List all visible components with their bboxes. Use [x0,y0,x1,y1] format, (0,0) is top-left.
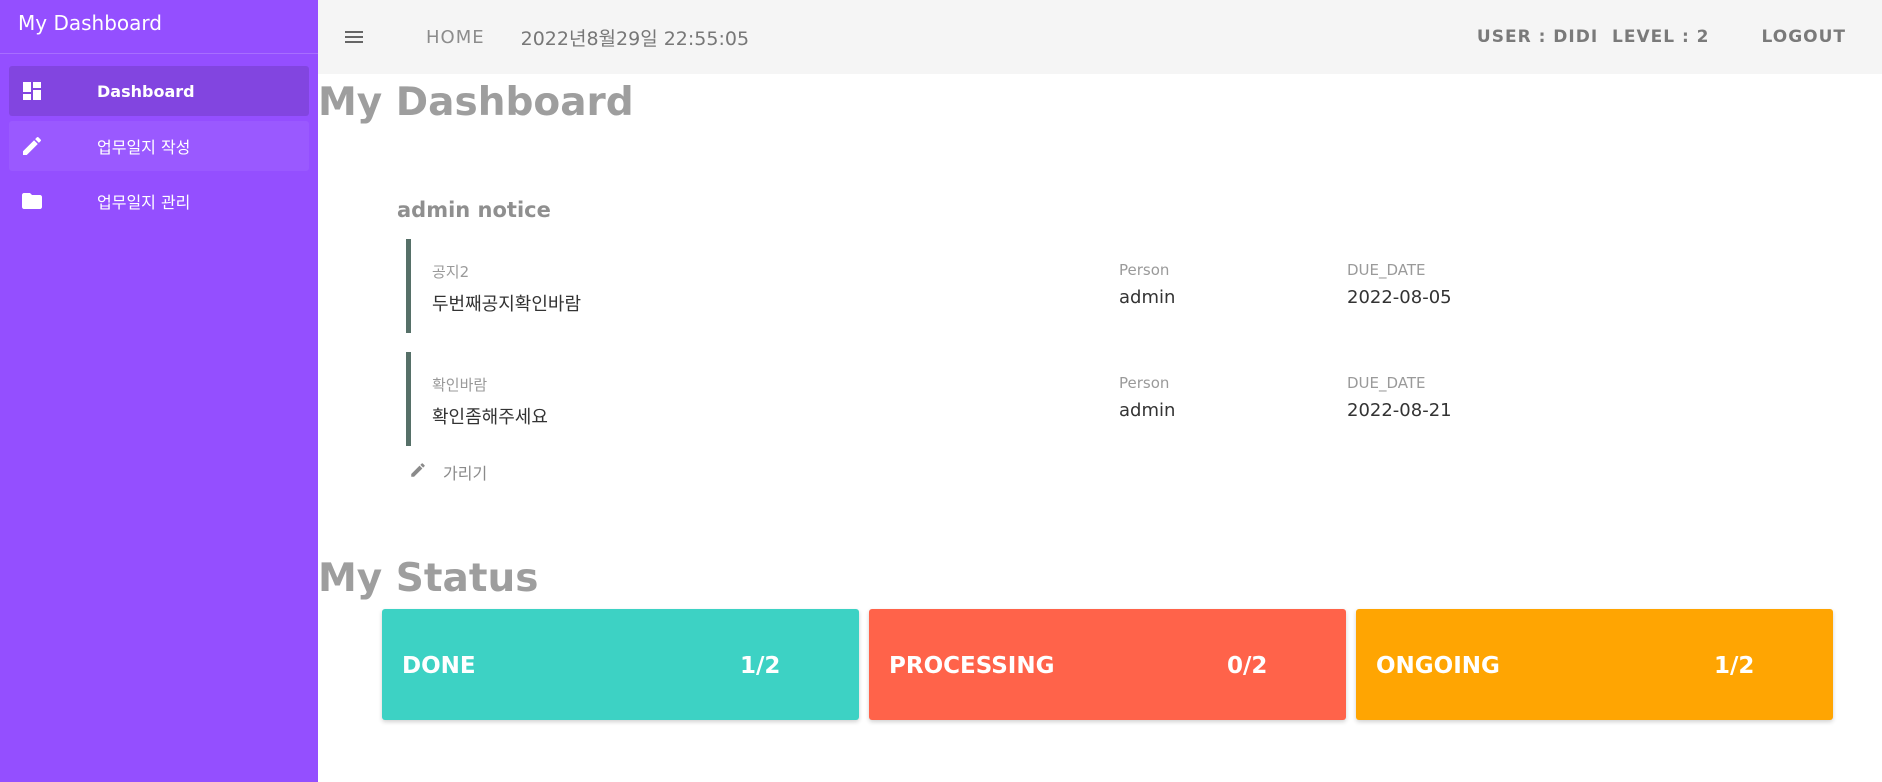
sidebar-item-label: 업무일지 작성 [97,138,191,157]
notice-content: 확인좀해주세요 [432,407,548,428]
person-value: admin [1119,400,1176,421]
notice-due-cell: DUE_DATE 2022-08-21 [1347,374,1452,421]
hide-notices-label: 가리기 [443,464,488,483]
top-bar: HOME 2022년8월29일 22:55:05 USER : DIDI LEV… [318,0,1882,74]
sidebar-title: My Dashboard [0,0,318,54]
sidebar-item-dashboard[interactable]: Dashboard [9,66,309,116]
page-title: My Dashboard [318,80,634,125]
sidebar-item-label: Dashboard [97,81,195,101]
sidebar-item-manage-log[interactable]: 업무일지 관리 [9,176,309,226]
status-label: DONE [402,653,476,679]
status-count: 0/2 [1227,653,1268,679]
sidebar: My Dashboard Dashboard 업무일지 작성 업무일지 관리 [0,0,318,782]
logout-button[interactable]: LOGOUT [1762,27,1846,47]
notice-item[interactable]: 확인바람 확인좀해주세요 Person admin DUE_DATE 2022-… [406,352,1506,446]
notice-subject: 확인바람 [432,376,488,394]
notice-title-cell: 확인바람 확인좀해주세요 [432,374,548,429]
notice-due-cell: DUE_DATE 2022-08-05 [1347,261,1452,308]
status-card-ongoing[interactable]: ONGOING 1/2 [1356,609,1833,720]
notice-item[interactable]: 공지2 두번째공지확인바람 Person admin DUE_DATE 2022… [406,239,1506,333]
hamburger-menu-icon[interactable] [340,23,368,51]
notice-title-cell: 공지2 두번째공지확인바람 [432,261,581,316]
status-count: 1/2 [1714,653,1755,679]
status-card-done[interactable]: DONE 1/2 [382,609,859,720]
current-datetime: 2022년8월29일 22:55:05 [520,27,750,50]
pencil-icon [409,461,427,483]
due-date-label: DUE_DATE [1347,374,1426,392]
person-label: Person [1119,374,1170,392]
status-label: ONGOING [1376,653,1500,679]
sidebar-item-label: 업무일지 관리 [97,193,191,212]
notice-content: 두번째공지확인바람 [432,294,582,315]
sidebar-item-write-log[interactable]: 업무일지 작성 [9,121,309,171]
user-info: USER : DIDI LEVEL : 2 [1476,27,1710,47]
status-label: PROCESSING [889,653,1055,679]
notice-person-cell: Person admin [1119,261,1175,308]
sidebar-nav: Dashboard 업무일지 작성 업무일지 관리 [0,54,318,226]
notice-section-title: admin notice [397,198,551,222]
hide-notices-button[interactable]: 가리기 [409,460,487,484]
folder-icon [19,188,45,214]
status-card-processing[interactable]: PROCESSING 0/2 [869,609,1346,720]
due-date-value: 2022-08-05 [1347,287,1452,308]
status-count: 1/2 [740,653,781,679]
due-date-label: DUE_DATE [1347,261,1426,279]
due-date-value: 2022-08-21 [1347,400,1452,421]
status-title: My Status [318,556,539,601]
person-value: admin [1119,287,1176,308]
pencil-icon [19,133,45,159]
home-link[interactable]: HOME [426,27,485,48]
notice-subject: 공지2 [432,263,470,281]
notice-person-cell: Person admin [1119,374,1175,421]
person-label: Person [1119,261,1170,279]
dashboard-icon [19,78,45,104]
